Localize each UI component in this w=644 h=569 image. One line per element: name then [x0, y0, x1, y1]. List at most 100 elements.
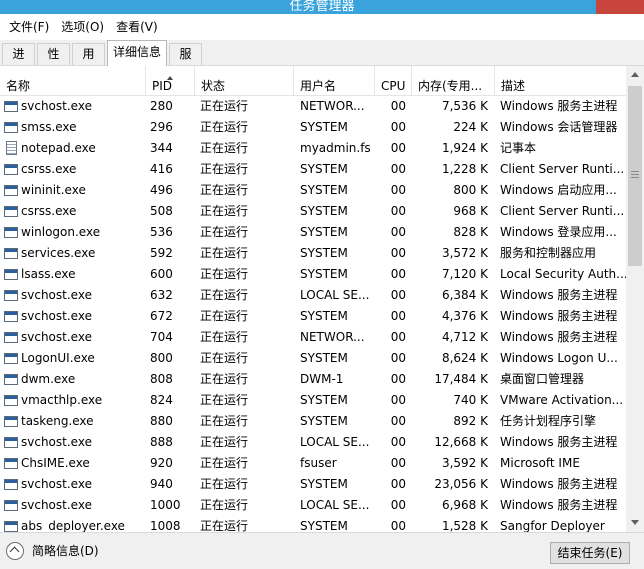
- process-window-icon: [4, 416, 18, 427]
- status-cell: 正在运行: [200, 246, 249, 260]
- process-name-cell: csrss.exe: [21, 204, 77, 218]
- status-cell: 正在运行: [200, 498, 249, 512]
- process-name-cell: svchost.exe: [21, 330, 92, 344]
- description-cell: Windows 服务主进程: [500, 309, 618, 323]
- status-cell: 正在运行: [200, 414, 249, 428]
- description-cell: 桌面窗口管理器: [500, 372, 585, 386]
- column-header-memory[interactable]: 内存(专用...: [412, 66, 495, 96]
- description-cell: Local Security Auth...: [500, 267, 626, 281]
- menu-bar: 文件(F) 选项(O) 查看(V): [0, 14, 644, 40]
- process-name-cell: ChsIME.exe: [21, 456, 90, 470]
- pid-cell: 920: [150, 456, 173, 470]
- fewer-details-link[interactable]: 简略信息(D): [32, 543, 99, 559]
- cpu-cell: 00: [390, 477, 406, 491]
- cpu-cell: 00: [390, 435, 406, 449]
- username-cell: SYSTEM: [300, 183, 348, 197]
- tab-performance[interactable]: 性能: [37, 43, 70, 81]
- pid-cell: 888: [150, 435, 173, 449]
- scroll-up-arrow-icon[interactable]: [631, 72, 639, 77]
- column-header-status[interactable]: 状态: [195, 66, 294, 96]
- process-window-icon: [4, 479, 18, 490]
- username-cell: SYSTEM: [300, 120, 348, 134]
- tab-services[interactable]: 服务: [169, 43, 202, 81]
- username-cell: SYSTEM: [300, 204, 348, 218]
- table-row[interactable]: dwm.exe 808 正在运行 DWM-1 00 17,484 K 桌面窗口管理器: [0, 369, 626, 390]
- cpu-cell: 00: [390, 309, 406, 323]
- memory-cell: 1,228 K: [441, 162, 488, 176]
- pid-cell: 880: [150, 414, 173, 428]
- table-row[interactable]: svchost.exe 1000 正在运行 LOCAL SE... 00 6,968 K W…: [0, 495, 626, 516]
- table-row[interactable]: svchost.exe 704 正在运行 NETWOR... 00 4,712 K Wind…: [0, 327, 626, 348]
- column-header-username[interactable]: 用户名: [294, 66, 375, 96]
- pid-cell: 600: [150, 267, 173, 281]
- process-window-icon: [4, 164, 18, 175]
- cpu-cell: 00: [390, 120, 406, 134]
- vertical-scrollbar[interactable]: [626, 66, 644, 532]
- scrollbar-thumb[interactable]: [628, 86, 642, 266]
- table-row[interactable]: lsass.exe 600 正在运行 SYSTEM 00 7,120 K Local Sec…: [0, 264, 626, 285]
- username-cell: SYSTEM: [300, 309, 348, 323]
- username-cell: SYSTEM: [300, 477, 348, 491]
- table-row[interactable]: csrss.exe 508 正在运行 SYSTEM 00 968 K Client Serv…: [0, 201, 626, 222]
- column-header-cpu[interactable]: CPU: [375, 66, 412, 96]
- table-row[interactable]: LogonUI.exe 800 正在运行 SYSTEM 00 8,624 K Windows…: [0, 348, 626, 369]
- column-header-name[interactable]: 名称: [0, 66, 146, 96]
- memory-cell: 3,572 K: [441, 246, 488, 260]
- menu-file[interactable]: 文件(F): [3, 14, 55, 40]
- cpu-cell: 00: [390, 372, 406, 386]
- process-name-cell: svchost.exe: [21, 288, 92, 302]
- close-window-button[interactable]: [596, 0, 644, 14]
- process-name-cell: taskeng.exe: [21, 414, 94, 428]
- description-cell: Windows Logon U...: [500, 351, 618, 365]
- table-row[interactable]: taskeng.exe 880 正在运行 SYSTEM 00 892 K 任务计划程序引擎: [0, 411, 626, 432]
- table-row[interactable]: svchost.exe 280 正在运行 NETWOR... 00 7,536 K Wind…: [0, 96, 626, 117]
- description-cell: Windows 登录应用...: [500, 225, 617, 239]
- end-task-button[interactable]: 结束任务(E): [550, 542, 630, 564]
- memory-cell: 892 K: [453, 414, 488, 428]
- tab-processes[interactable]: 进程: [2, 43, 35, 81]
- tab-users[interactable]: 用户: [72, 43, 105, 81]
- pid-cell: 800: [150, 351, 173, 365]
- table-row[interactable]: winlogon.exe 536 正在运行 SYSTEM 00 828 K Windows …: [0, 222, 626, 243]
- menu-options[interactable]: 选项(O): [55, 14, 110, 40]
- process-name-cell: LogonUI.exe: [21, 351, 95, 365]
- process-name-cell: svchost.exe: [21, 498, 92, 512]
- process-name-cell: svchost.exe: [21, 477, 92, 491]
- scroll-down-arrow-icon[interactable]: [631, 520, 639, 525]
- table-row[interactable]: svchost.exe 940 正在运行 SYSTEM 00 23,056 K Window…: [0, 474, 626, 495]
- table-row[interactable]: vmacthlp.exe 824 正在运行 SYSTEM 00 740 K VMware A…: [0, 390, 626, 411]
- table-row[interactable]: notepad.exe 344 正在运行 myadmin.fs 00 1,924 K 记事本: [0, 138, 626, 159]
- username-cell: LOCAL SE...: [300, 288, 370, 302]
- process-window-icon: [4, 458, 18, 469]
- table-row[interactable]: svchost.exe 888 正在运行 LOCAL SE... 00 12,668 K W…: [0, 432, 626, 453]
- column-header-description[interactable]: 描述: [495, 66, 626, 96]
- table-row[interactable]: smss.exe 296 正在运行 SYSTEM 00 224 K Windows 会话管理…: [0, 117, 626, 138]
- table-row[interactable]: ChsIME.exe 920 正在运行 fsuser 00 3,592 K Microsof…: [0, 453, 626, 474]
- cpu-cell: 00: [390, 498, 406, 512]
- table-row[interactable]: abs_deployer.exe 1008 正在运行 SYSTEM 00 1,528 K S…: [0, 516, 626, 532]
- status-cell: 正在运行: [200, 372, 249, 386]
- table-header: 名称 PID 状态 用户名 CPU 内存(专用... 描述: [0, 66, 626, 96]
- table-row[interactable]: svchost.exe 632 正在运行 LOCAL SE... 00 6,384 K Wi…: [0, 285, 626, 306]
- column-header-pid[interactable]: PID: [146, 66, 195, 96]
- table-row[interactable]: csrss.exe 416 正在运行 SYSTEM 00 1,228 K Client Se…: [0, 159, 626, 180]
- table-row[interactable]: wininit.exe 496 正在运行 SYSTEM 00 800 K Windows 启…: [0, 180, 626, 201]
- tab-details[interactable]: 详细信息: [107, 40, 167, 67]
- memory-cell: 224 K: [453, 120, 488, 134]
- pid-cell: 672: [150, 309, 173, 323]
- username-cell: SYSTEM: [300, 162, 348, 176]
- menu-view[interactable]: 查看(V): [110, 14, 164, 40]
- cpu-cell: 00: [390, 204, 406, 218]
- description-cell: Windows 服务主进程: [500, 435, 618, 449]
- process-window-icon: [4, 437, 18, 448]
- table-row[interactable]: services.exe 592 正在运行 SYSTEM 00 3,572 K 服务和控制器…: [0, 243, 626, 264]
- pid-cell: 280: [150, 99, 173, 113]
- process-name-cell: wininit.exe: [21, 183, 86, 197]
- description-cell: Client Server Runti...: [500, 162, 625, 176]
- description-cell: Windows 会话管理器: [500, 120, 618, 134]
- process-window-icon: [4, 290, 18, 301]
- process-window-icon: [4, 101, 18, 112]
- process-window-icon: [4, 374, 18, 385]
- collapse-chevron-icon[interactable]: [6, 542, 24, 560]
- table-row[interactable]: svchost.exe 672 正在运行 SYSTEM 00 4,376 K Windows…: [0, 306, 626, 327]
